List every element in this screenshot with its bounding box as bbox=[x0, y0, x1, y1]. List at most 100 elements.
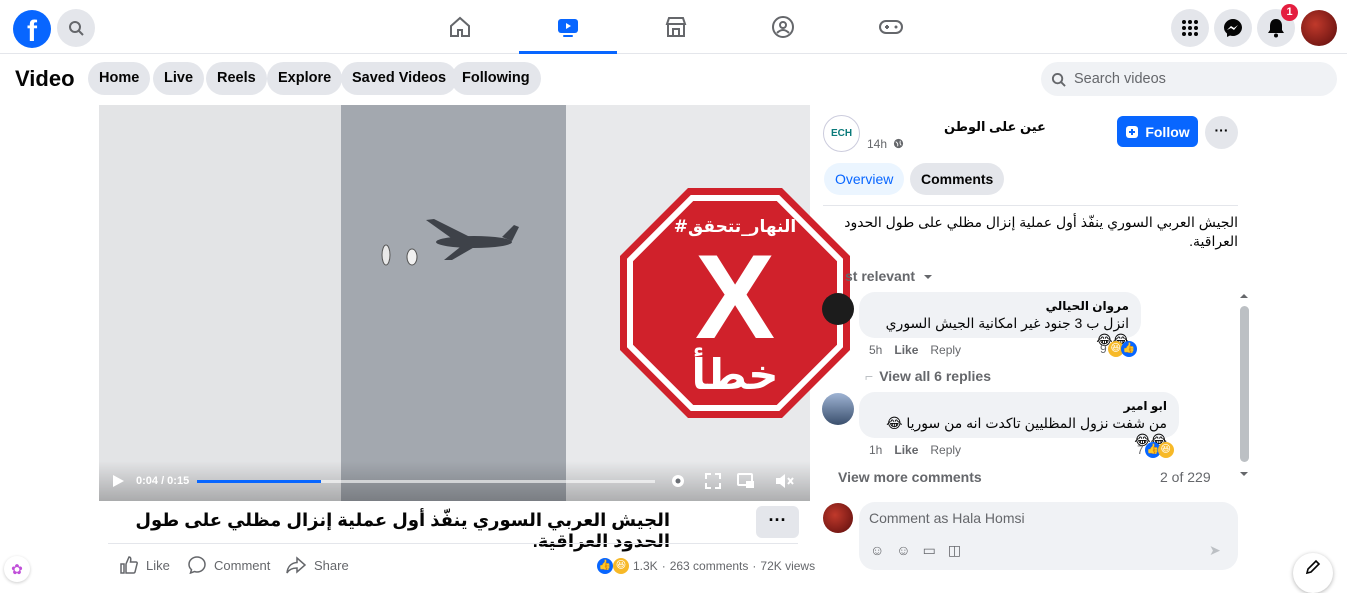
view-more-comments-link[interactable]: View more comments bbox=[838, 469, 982, 485]
groups-icon bbox=[772, 16, 794, 38]
comment-reply-button[interactable]: Reply bbox=[930, 343, 961, 357]
post-time-text: 14h bbox=[867, 137, 888, 151]
comment-input[interactable] bbox=[869, 510, 1209, 526]
settings-gear-icon[interactable] bbox=[669, 472, 687, 490]
menu-button[interactable] bbox=[1171, 9, 1209, 47]
my-avatar[interactable] bbox=[823, 503, 853, 533]
comment-time[interactable]: 5h bbox=[869, 343, 882, 357]
comment-like-button[interactable]: Like bbox=[894, 343, 918, 357]
avatar-sticker-icon[interactable]: ☺ bbox=[870, 542, 884, 559]
views-count: 72K views bbox=[760, 559, 816, 573]
like-button[interactable]: Like bbox=[120, 556, 170, 574]
view-replies-label: View all 6 replies bbox=[879, 368, 991, 384]
play-icon[interactable] bbox=[111, 474, 125, 488]
video-subnav: Video Home Live Reels Explore Saved Vide… bbox=[0, 54, 1347, 104]
view-replies-link[interactable]: ⌐ View all 6 replies bbox=[865, 368, 991, 384]
sort-label: st relevant bbox=[845, 268, 916, 284]
nav-tab-marketplace[interactable] bbox=[627, 0, 725, 54]
commenter-avatar[interactable] bbox=[822, 393, 854, 425]
reactions-count[interactable]: 1.3K bbox=[633, 559, 658, 573]
post-stats: 👍 😆 1.3K · 263 comments · 72K views bbox=[597, 558, 815, 574]
thumbs-up-icon bbox=[120, 556, 138, 574]
facebook-logo[interactable]: f bbox=[13, 10, 51, 48]
tab-overview[interactable]: Overview bbox=[824, 163, 905, 195]
gif-icon[interactable]: ▭ bbox=[923, 542, 936, 559]
pill-saved-videos[interactable]: Saved Videos bbox=[341, 62, 458, 95]
notification-badge: 1 bbox=[1281, 4, 1298, 21]
comments-count[interactable]: 263 comments bbox=[670, 559, 749, 573]
comment-composer: ☺ ☺ ▭ ◫ ➤ bbox=[859, 502, 1238, 570]
nav-tab-home[interactable] bbox=[411, 0, 509, 54]
search-videos-input[interactable] bbox=[1074, 71, 1314, 87]
like-reaction-icon: 👍 bbox=[1120, 341, 1137, 357]
page-title: Video bbox=[15, 66, 75, 91]
video-frame-left bbox=[99, 105, 341, 501]
stats-separator: · bbox=[661, 559, 666, 573]
fact-check-stamp: #النهار_تتحقق X خطأ bbox=[618, 186, 852, 420]
video-progress-bar[interactable] bbox=[197, 480, 655, 483]
nav-tab-video[interactable] bbox=[519, 0, 617, 54]
comment-reaction-count: 7 bbox=[1137, 443, 1144, 457]
comment-button[interactable]: Comment bbox=[188, 556, 270, 574]
comment-reaction-count: 9 bbox=[1100, 342, 1107, 356]
top-navigation-bar: f 1 bbox=[0, 0, 1347, 54]
comment-reply-button[interactable]: Reply bbox=[930, 443, 961, 457]
sticker-icon[interactable]: ◫ bbox=[948, 542, 961, 559]
page-avatar[interactable]: ECH bbox=[823, 115, 860, 152]
post-more-button[interactable]: ··· bbox=[756, 506, 799, 538]
fullscreen-icon[interactable] bbox=[705, 473, 721, 489]
miniplayer-icon[interactable] bbox=[737, 472, 755, 490]
chevron-down-icon bbox=[923, 275, 932, 279]
account-avatar[interactable] bbox=[1301, 10, 1337, 46]
nav-tab-groups[interactable] bbox=[734, 0, 832, 54]
comment-reactions[interactable]: 7 👍 😆 bbox=[1137, 442, 1174, 458]
search-button[interactable] bbox=[57, 9, 95, 47]
comment-time[interactable]: 1h bbox=[869, 443, 882, 457]
follow-button[interactable]: Follow bbox=[1117, 116, 1198, 147]
meta-ai-icon[interactable]: ✿ bbox=[4, 556, 30, 582]
tab-comments[interactable]: Comments bbox=[910, 163, 1005, 195]
bell-icon bbox=[1268, 19, 1284, 38]
share-label: Share bbox=[314, 557, 349, 573]
mute-icon[interactable] bbox=[775, 472, 795, 490]
emoji-icon[interactable]: ☺ bbox=[896, 542, 910, 559]
home-icon bbox=[450, 16, 470, 37]
nav-tab-gaming[interactable] bbox=[842, 0, 940, 54]
gaming-icon bbox=[879, 20, 903, 34]
send-icon[interactable]: ➤ bbox=[1209, 542, 1221, 559]
comment-reactions[interactable]: 9 😆 👍 bbox=[1100, 341, 1137, 357]
reply-branch-icon: ⌐ bbox=[865, 368, 874, 384]
comment-like-button[interactable]: Like bbox=[894, 443, 918, 457]
messenger-button[interactable] bbox=[1214, 9, 1252, 47]
stats-separator: · bbox=[752, 559, 757, 573]
share-button[interactable]: Share bbox=[286, 556, 349, 574]
comment-sort-dropdown[interactable]: st relevant bbox=[845, 268, 933, 284]
comment-label: Comment bbox=[214, 557, 271, 573]
composer-tools: ☺ ☺ ▭ ◫ bbox=[870, 542, 961, 559]
search-icon bbox=[69, 21, 84, 36]
commenter-name[interactable]: مروان الحيالي bbox=[871, 299, 1129, 313]
airplane-image bbox=[381, 219, 519, 266]
page-name[interactable]: عين على الوطن bbox=[944, 119, 1046, 135]
pill-home[interactable]: Home bbox=[88, 62, 151, 95]
divider bbox=[823, 205, 1238, 206]
scroll-down-icon[interactable] bbox=[1239, 470, 1249, 478]
commenter-avatar[interactable] bbox=[822, 293, 854, 325]
follow-label: Follow bbox=[1145, 123, 1190, 140]
page-more-button[interactable]: ··· bbox=[1205, 116, 1238, 149]
new-message-edit-button[interactable] bbox=[1293, 553, 1333, 593]
post-time[interactable]: 14h bbox=[867, 137, 904, 151]
divider bbox=[108, 543, 798, 544]
scroll-up-icon[interactable] bbox=[1239, 292, 1249, 300]
search-icon bbox=[1051, 72, 1066, 87]
pill-live[interactable]: Live bbox=[153, 62, 205, 95]
pill-following[interactable]: Following bbox=[451, 62, 541, 95]
pill-explore[interactable]: Explore bbox=[267, 62, 343, 95]
video-progress-fill bbox=[197, 480, 321, 483]
stamp-x-mark: X bbox=[695, 230, 775, 364]
search-videos-box bbox=[1041, 62, 1337, 96]
comments-scrollbar[interactable] bbox=[1240, 306, 1249, 462]
comment-bubble: ابو امير من شفت نزول المظليين تاكدت انه … bbox=[859, 392, 1179, 448]
commenter-name[interactable]: ابو امير bbox=[871, 399, 1167, 413]
pill-reels[interactable]: Reels bbox=[206, 62, 267, 95]
